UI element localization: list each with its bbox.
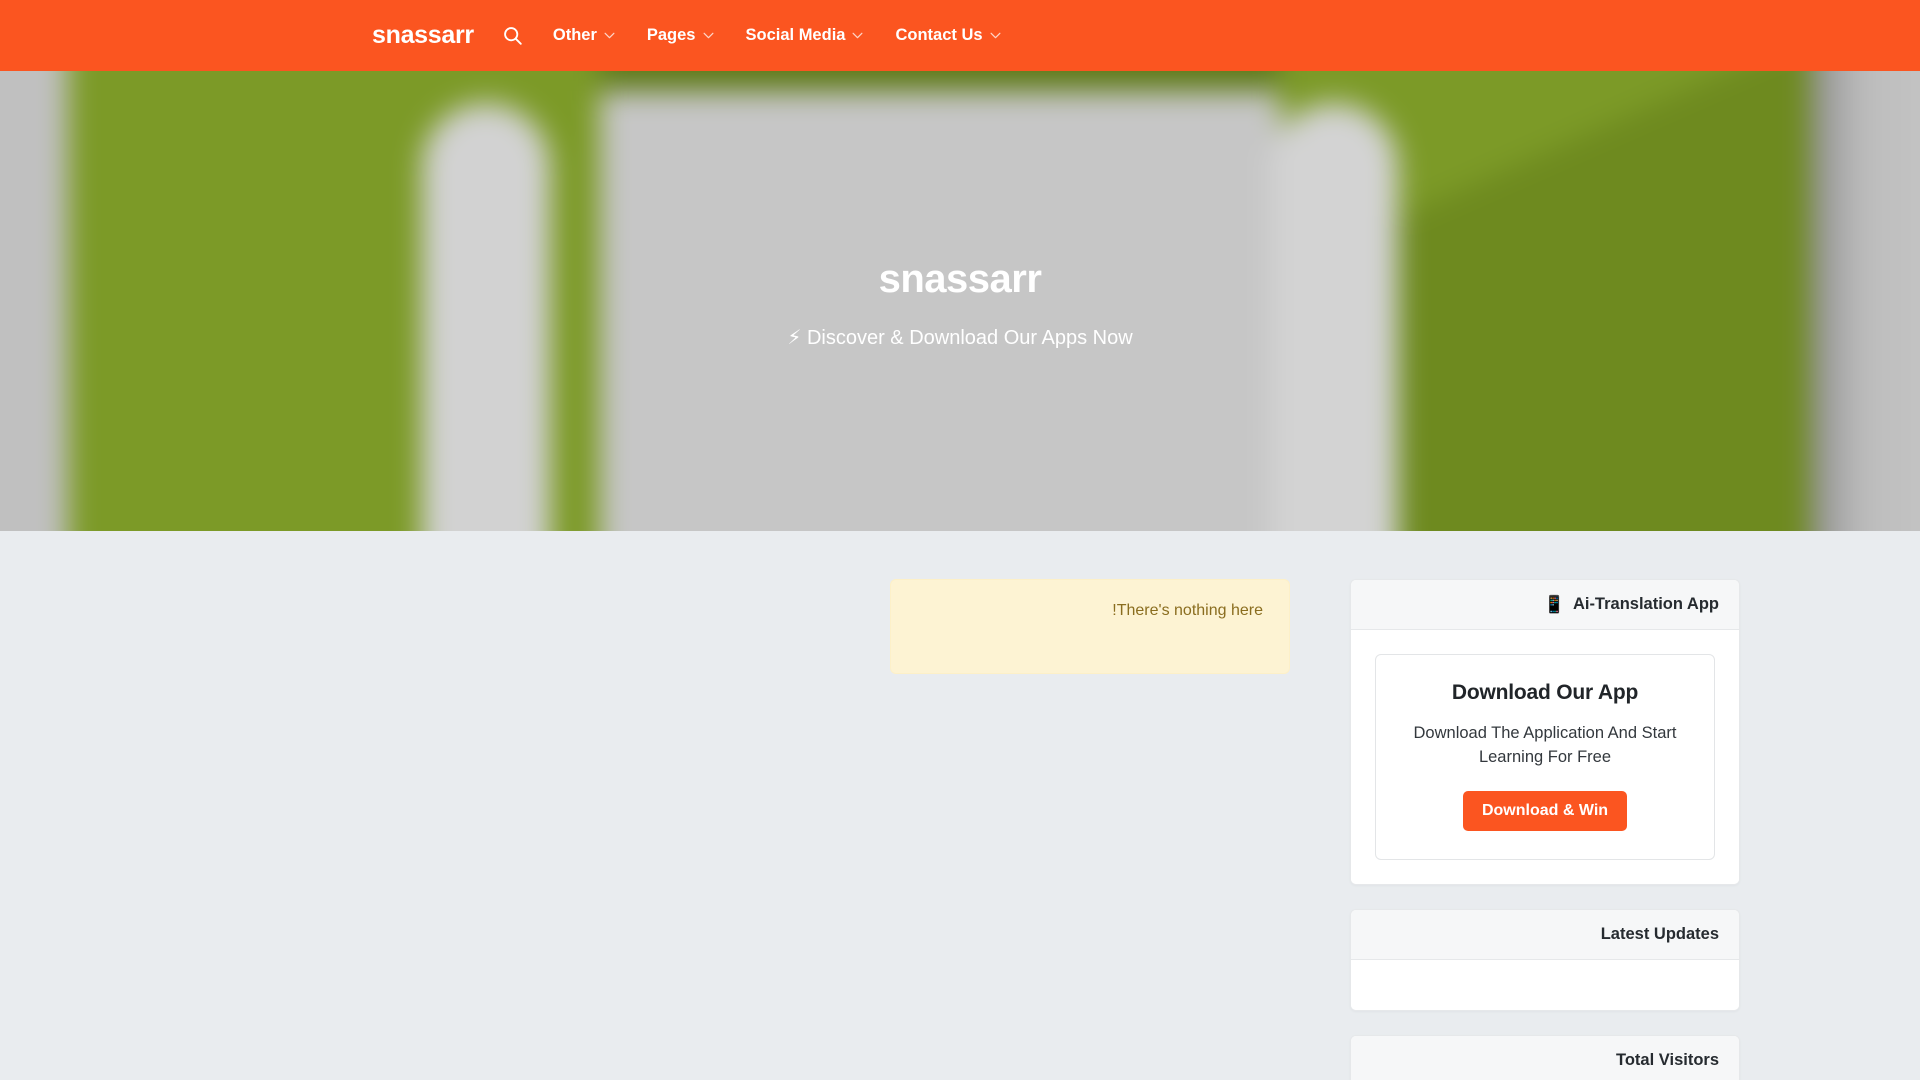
download-and-win-button[interactable]: Download & Win <box>1462 790 1628 832</box>
top-navbar: snassarr Other Pages Social Media Contac… <box>0 0 1920 71</box>
chevron-down-icon <box>990 32 1001 39</box>
latest-updates-card: Latest Updates <box>1350 909 1740 1012</box>
sidebar: Ai-Translation App 📱 Download Our App Do… <box>1350 579 1740 1080</box>
chevron-down-icon <box>703 32 714 39</box>
ai-translation-app-card-body: Download Our App Download The Applicatio… <box>1351 630 1739 885</box>
ai-translation-app-card-header: Ai-Translation App 📱 <box>1351 580 1739 630</box>
card-header-title: Ai-Translation App <box>1572 595 1719 613</box>
ai-translation-app-card: Ai-Translation App 📱 Download Our App Do… <box>1350 579 1740 886</box>
mobile-phone-icon: 📱 <box>1543 595 1565 614</box>
download-app-promo: Download Our App Download The Applicatio… <box>1375 654 1715 861</box>
chevron-down-icon <box>852 32 863 39</box>
empty-state-alert: There's nothing here! <box>890 579 1290 674</box>
card-header-title: Total Visitors <box>1616 1051 1719 1070</box>
nav-item-other: Other <box>537 27 631 44</box>
nav-search-item <box>502 25 537 46</box>
brand-logo[interactable]: snassarr <box>372 23 474 48</box>
promo-title: Download Our App <box>1451 681 1639 704</box>
nav-link-pages[interactable]: Pages <box>631 27 730 44</box>
hero-banner: snassarr Discover & Download Our Apps No… <box>0 71 1920 531</box>
promo-description: Download The Application And Start Learn… <box>1413 724 1677 767</box>
nav-link-social-media[interactable]: Social Media <box>730 27 880 44</box>
nav-item-contact-us: Contact Us <box>879 27 1016 44</box>
latest-updates-card-header: Latest Updates <box>1351 910 1739 961</box>
nav-link-other-label: Other <box>552 26 597 45</box>
nav-item-pages: Pages <box>631 27 730 44</box>
nav-link-pages-label: Pages <box>646 26 696 45</box>
total-visitors-card-header: Total Visitors <box>1351 1036 1739 1080</box>
latest-updates-card-body <box>1351 960 1739 1011</box>
chevron-down-icon <box>604 32 615 39</box>
total-visitors-card: Total Visitors 181,442 <box>1350 1035 1740 1080</box>
nav-item-social-media: Social Media <box>730 27 880 44</box>
hero-title: snassarr <box>878 257 1042 301</box>
nav-link-other[interactable]: Other <box>537 27 631 44</box>
nav-link-social-media-label: Social Media <box>745 26 846 45</box>
hero-subtitle: Discover & Download Our Apps Now ⚡ <box>787 327 1133 349</box>
search-icon[interactable] <box>502 25 537 46</box>
nav-link-contact-us-label: Contact Us <box>895 26 983 45</box>
card-header-title: Latest Updates <box>1600 925 1719 944</box>
nav-link-contact-us[interactable]: Contact Us <box>879 27 1016 44</box>
page-content: Ai-Translation App 📱 Download Our App Do… <box>180 531 1740 1080</box>
main-content: There's nothing here! <box>180 579 1350 1080</box>
nav-menu: Other Pages Social Media Contact Us <box>502 25 1017 46</box>
